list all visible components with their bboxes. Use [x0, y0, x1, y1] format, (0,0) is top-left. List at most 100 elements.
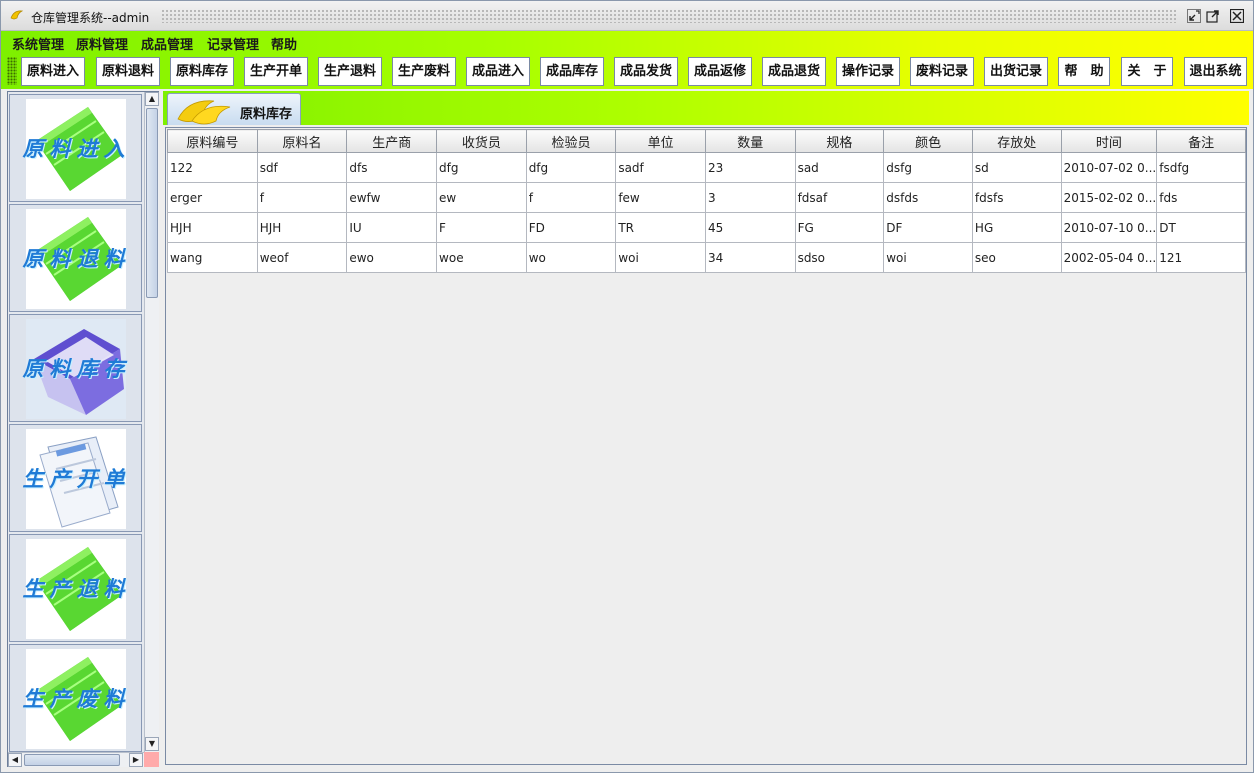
- restore-icon[interactable]: [1187, 9, 1201, 23]
- scroll-left-icon[interactable]: ◀: [8, 753, 22, 767]
- product-stock-button[interactable]: 成品库存: [540, 57, 604, 86]
- sidebar-item-production-waste[interactable]: 生产废料: [9, 644, 142, 752]
- material-stock-button[interactable]: 原料库存: [170, 57, 234, 86]
- table-cell[interactable]: wang: [167, 242, 258, 273]
- table-cell[interactable]: 2010-07-10 0...: [1060, 212, 1158, 243]
- table-cell[interactable]: 2010-07-02 0...: [1060, 152, 1158, 183]
- material-in-button[interactable]: 原料进入: [21, 57, 85, 86]
- table-cell[interactable]: fds: [1156, 182, 1246, 213]
- production-order-button[interactable]: 生产开单: [244, 57, 308, 86]
- table-cell[interactable]: sdso: [794, 242, 885, 273]
- material-return-button[interactable]: 原料退料: [96, 57, 160, 86]
- table-cell[interactable]: 34: [704, 242, 796, 273]
- table-cell[interactable]: FG: [794, 212, 885, 243]
- table-cell[interactable]: dsfds: [883, 182, 973, 213]
- menu-system[interactable]: 系统管理: [12, 34, 64, 53]
- table-cell[interactable]: DT: [1156, 212, 1246, 243]
- help-button[interactable]: 帮 助: [1058, 57, 1110, 86]
- scroll-right-icon[interactable]: ▶: [129, 753, 143, 767]
- table-cell[interactable]: f: [525, 182, 617, 213]
- tab-material-stock[interactable]: 原料库存: [167, 93, 301, 125]
- shipment-log-button[interactable]: 出货记录: [984, 57, 1048, 86]
- waste-log-button[interactable]: 废料记录: [910, 57, 974, 86]
- table-row[interactable]: HJH HJH IU F FD TR 45 FG DF HG 2010-07-1…: [167, 212, 1246, 243]
- table-cell[interactable]: woi: [615, 242, 706, 273]
- sidebar-item-material-stock[interactable]: 原料库存: [9, 314, 142, 422]
- table-cell[interactable]: 45: [704, 212, 796, 243]
- column-header[interactable]: 规格: [794, 129, 885, 153]
- table-cell[interactable]: dfg: [525, 152, 617, 183]
- sidebar-item-material-return[interactable]: 原料退料: [9, 204, 142, 312]
- table-cell[interactable]: wo: [525, 242, 617, 273]
- menu-material[interactable]: 原料管理: [76, 34, 128, 53]
- table-cell[interactable]: sd: [971, 152, 1062, 183]
- column-header[interactable]: 数量: [704, 129, 796, 153]
- sidebar-item-material-in[interactable]: 原料进入: [9, 94, 142, 202]
- table-cell[interactable]: sadf: [615, 152, 706, 183]
- table-cell[interactable]: HJH: [256, 212, 348, 243]
- menu-records[interactable]: 记录管理: [207, 34, 259, 53]
- table-cell[interactable]: dsfg: [883, 152, 973, 183]
- table-row[interactable]: 122 sdf dfs dfg dfg sadf 23 sad dsfg sd …: [167, 152, 1246, 183]
- table-row[interactable]: erger f ewfw ew f few 3 fdsaf dsfds fdsf…: [167, 182, 1246, 213]
- menu-help[interactable]: 帮助: [271, 34, 297, 53]
- column-header[interactable]: 颜色: [883, 129, 973, 153]
- product-ship-button[interactable]: 成品发货: [614, 57, 678, 86]
- scroll-down-icon[interactable]: ▼: [145, 737, 159, 751]
- scroll-up-icon[interactable]: ▲: [145, 92, 159, 106]
- table-cell[interactable]: DF: [883, 212, 973, 243]
- table-cell[interactable]: sad: [794, 152, 885, 183]
- column-header[interactable]: 时间: [1060, 129, 1158, 153]
- table-cell[interactable]: woi: [883, 242, 973, 273]
- column-header[interactable]: 存放处: [971, 129, 1062, 153]
- column-header[interactable]: 检验员: [525, 129, 617, 153]
- table-cell[interactable]: seo: [971, 242, 1062, 273]
- title-bar[interactable]: 仓库管理系统--admin: [1, 1, 1253, 31]
- product-in-button[interactable]: 成品进入: [466, 57, 530, 86]
- about-button[interactable]: 关 于: [1121, 57, 1173, 86]
- sidebar-horizontal-scrollbar[interactable]: ◀ ▶: [8, 752, 144, 767]
- exit-button[interactable]: 退出系统: [1184, 57, 1247, 86]
- sidebar-item-production-order[interactable]: 生产开单: [9, 424, 142, 532]
- production-waste-button[interactable]: 生产废料: [392, 57, 456, 86]
- table-cell[interactable]: ewo: [346, 242, 438, 273]
- close-icon[interactable]: [1230, 9, 1244, 23]
- table-cell[interactable]: dfs: [346, 152, 438, 183]
- table-cell[interactable]: fsdfg: [1156, 152, 1246, 183]
- scroll-thumb[interactable]: [146, 108, 158, 298]
- table-cell[interactable]: weof: [256, 242, 348, 273]
- table-cell[interactable]: HJH: [167, 212, 258, 243]
- product-repair-button[interactable]: 成品返修: [688, 57, 752, 86]
- operation-log-button[interactable]: 操作记录: [836, 57, 900, 86]
- table-cell[interactable]: fdsaf: [794, 182, 885, 213]
- table-cell[interactable]: 122: [167, 152, 258, 183]
- column-header[interactable]: 单位: [615, 129, 706, 153]
- table-cell[interactable]: IU: [346, 212, 438, 243]
- menu-product[interactable]: 成品管理: [141, 34, 193, 53]
- table-cell[interactable]: fdsfs: [971, 182, 1062, 213]
- table-cell[interactable]: ew: [436, 182, 527, 213]
- table-cell[interactable]: 2002-05-04 0...: [1060, 242, 1158, 273]
- product-return-button[interactable]: 成品退货: [762, 57, 826, 86]
- table-cell[interactable]: F: [436, 212, 527, 243]
- column-header[interactable]: 备注: [1156, 129, 1246, 153]
- sidebar-vertical-scrollbar[interactable]: ▲ ▼: [144, 92, 159, 752]
- production-return-button[interactable]: 生产退料: [318, 57, 382, 86]
- sidebar-item-production-return[interactable]: 生产退料: [9, 534, 142, 642]
- table-cell[interactable]: f: [256, 182, 348, 213]
- table-cell[interactable]: 121: [1156, 242, 1246, 273]
- table-cell[interactable]: dfg: [436, 152, 527, 183]
- table-cell[interactable]: few: [615, 182, 706, 213]
- toolbar-grip[interactable]: [7, 57, 17, 85]
- table-cell[interactable]: 3: [704, 182, 796, 213]
- table-cell[interactable]: ewfw: [346, 182, 438, 213]
- column-header[interactable]: 生产商: [346, 129, 438, 153]
- table-cell[interactable]: woe: [436, 242, 527, 273]
- table-cell[interactable]: TR: [615, 212, 706, 243]
- table-cell[interactable]: FD: [525, 212, 617, 243]
- scroll-thumb[interactable]: [24, 754, 120, 766]
- column-header[interactable]: 收货员: [436, 129, 527, 153]
- table-cell[interactable]: 23: [704, 152, 796, 183]
- maximize-icon[interactable]: [1206, 9, 1220, 23]
- column-header[interactable]: 原料编号: [167, 129, 258, 153]
